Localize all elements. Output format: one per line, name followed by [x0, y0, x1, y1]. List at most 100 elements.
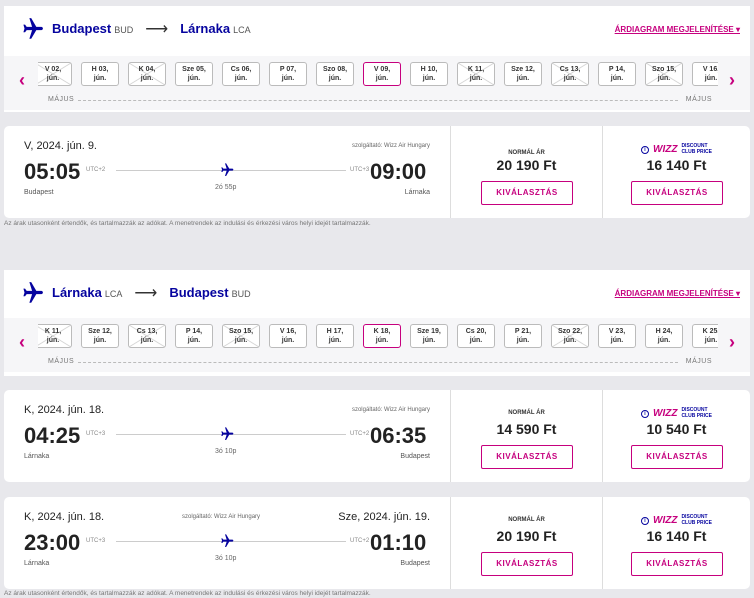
- date-option-month: jún.: [469, 337, 483, 344]
- date-option-day: H 24,: [655, 328, 673, 335]
- date-option[interactable]: Cs 06, jún.: [222, 62, 260, 86]
- return-route: Lárnaka LCA ⟶ Budapest BUD: [18, 280, 251, 306]
- date-option[interactable]: V 16, jún.: [269, 324, 307, 348]
- route-arrow-icon: ⟶: [134, 285, 158, 302]
- date-option-day: K 11,: [44, 328, 62, 335]
- date-option-month: jún.: [234, 75, 248, 82]
- date-option[interactable]: V 16, jún.: [692, 62, 718, 86]
- date-option[interactable]: K 25, jún.: [692, 324, 718, 348]
- date-option[interactable]: Szo 15, jún.: [222, 324, 260, 348]
- club-fare: i WIZZ DISCOUNT CLUB PRICE 10 540 Ft KIVÁ…: [602, 390, 750, 482]
- flight-date: V, 2024. jún. 9.: [24, 140, 97, 152]
- date-option[interactable]: V 09, jún.: [363, 62, 401, 86]
- date-option-month: jún.: [281, 337, 295, 344]
- airplane-icon: [221, 427, 234, 440]
- select-normal-fare-button[interactable]: KIVÁLASZTÁS: [481, 445, 573, 469]
- date-option-day: H 10,: [420, 66, 438, 73]
- wizz-logo: WIZZ: [653, 515, 678, 526]
- date-option[interactable]: V 23, jún.: [598, 324, 636, 348]
- date-option[interactable]: H 17, jún.: [316, 324, 354, 348]
- normal-fare-price: 20 190 Ft: [496, 528, 557, 544]
- date-option[interactable]: P 07, jún.: [269, 62, 307, 86]
- date-option-month: jún.: [234, 337, 248, 344]
- next-dates-button[interactable]: ›: [724, 332, 740, 353]
- show-price-chart-link[interactable]: ÁRDIAGRAM MEGJELENÍTÉSE ▾: [615, 25, 740, 34]
- origin-city: Budapest: [52, 21, 112, 36]
- flight-info: V, 2024. jún. 9. szolgáltató: Wizz Air H…: [4, 126, 450, 218]
- outbound-route: Budapest BUD ⟶ Lárnaka LCA: [18, 16, 251, 42]
- date-option[interactable]: H 10, jún.: [410, 62, 448, 86]
- discount-club-line2: CLUB PRICE: [681, 412, 712, 419]
- arrival-utc: UTC+3: [350, 167, 370, 173]
- flight-card: K, 2024. jún. 18. szolgáltató: Wizz Air …: [4, 497, 750, 589]
- date-option[interactable]: K 04, jún.: [128, 62, 166, 86]
- date-option[interactable]: Sze 12, jún.: [504, 62, 542, 86]
- normal-fare: NORMÁL ÁR 20 190 Ft KIVÁLASZTÁS: [450, 126, 602, 218]
- date-option-month: jún.: [328, 75, 342, 82]
- date-option[interactable]: Cs 20, jún.: [457, 324, 495, 348]
- date-option-month: jún.: [704, 75, 718, 82]
- date-option-month: jún.: [375, 337, 389, 344]
- date-option-day: Cs 06,: [230, 66, 252, 73]
- date-option[interactable]: Sze 05, jún.: [175, 62, 213, 86]
- date-option[interactable]: K 11, jún.: [457, 62, 495, 86]
- date-option[interactable]: Cs 13, jún.: [551, 62, 589, 86]
- date-option[interactable]: Szo 08, jún.: [316, 62, 354, 86]
- date-option-month: jún.: [93, 75, 107, 82]
- prev-dates-button[interactable]: ‹: [14, 70, 30, 91]
- departure-utc: UTC+2: [86, 167, 106, 173]
- flight-card: V, 2024. jún. 9. szolgáltató: Wizz Air H…: [4, 126, 750, 218]
- origin-code: BUD: [114, 25, 134, 35]
- date-option[interactable]: P 21, jún.: [504, 324, 542, 348]
- flight-duration: 3ó 10p: [215, 555, 237, 562]
- select-normal-fare-button[interactable]: KIVÁLASZTÁS: [481, 181, 573, 205]
- date-option[interactable]: P 14, jún.: [598, 62, 636, 86]
- date-option-month: jún.: [375, 75, 389, 82]
- route-arrow-icon: ⟶: [145, 21, 169, 38]
- price-note: Az árak utasonként értendők, és tartalma…: [4, 590, 371, 597]
- date-option[interactable]: H 03, jún.: [81, 62, 119, 86]
- date-option[interactable]: Sze 19, jún.: [410, 324, 448, 348]
- select-club-fare-button[interactable]: KIVÁLASZTÁS: [631, 552, 723, 576]
- arrival-time: 09:00: [370, 159, 427, 184]
- departure-place: Budapest: [24, 189, 54, 196]
- arrival-utc: UTC+2: [350, 431, 370, 437]
- select-club-fare-button[interactable]: KIVÁLASZTÁS: [631, 181, 723, 205]
- date-option[interactable]: Sze 12, jún.: [81, 324, 119, 348]
- arrival-place: Budapest: [400, 560, 430, 567]
- discount-club-text: DISCOUNT CLUB PRICE: [681, 143, 712, 155]
- next-dates-button[interactable]: ›: [724, 70, 740, 91]
- date-option[interactable]: H 24, jún.: [645, 324, 683, 348]
- normal-fare: NORMÁL ÁR 20 190 Ft KIVÁLASZTÁS: [450, 497, 602, 589]
- date-option[interactable]: Szo 15, jún.: [645, 62, 683, 86]
- date-option-day: H 17,: [326, 328, 344, 335]
- date-option-month: jún.: [422, 75, 436, 82]
- show-price-chart-link[interactable]: ÁRDIAGRAM MEGJELENÍTÉSE ▾: [615, 289, 740, 298]
- discount-club-badge: i WIZZ DISCOUNT CLUB PRICE: [603, 407, 750, 419]
- date-option[interactable]: P 14, jún.: [175, 324, 213, 348]
- month-indicator: MÁJUS MÁJUS: [38, 358, 718, 368]
- date-option-day: Cs 20,: [465, 328, 487, 335]
- date-option[interactable]: Szo 22, jún.: [551, 324, 589, 348]
- select-club-fare-button[interactable]: KIVÁLASZTÁS: [631, 445, 723, 469]
- origin-city: Lárnaka: [52, 285, 102, 300]
- prev-dates-button[interactable]: ‹: [14, 332, 30, 353]
- date-option-month: jún.: [516, 75, 530, 82]
- date-option-month: jún.: [657, 337, 671, 344]
- departure-time: 05:05: [24, 159, 81, 184]
- date-option-day: H 03,: [91, 66, 109, 73]
- departure-place: Lárnaka: [24, 560, 50, 567]
- date-option-day: V 02,: [44, 66, 62, 73]
- date-option-day: Sze 19,: [417, 328, 441, 335]
- select-normal-fare-button[interactable]: KIVÁLASZTÁS: [481, 552, 573, 576]
- club-fare: i WIZZ DISCOUNT CLUB PRICE 16 140 Ft KIVÁ…: [602, 497, 750, 589]
- date-option[interactable]: K 11, jún.: [38, 324, 72, 348]
- discount-club-line2: CLUB PRICE: [681, 519, 712, 526]
- date-option[interactable]: K 18, jún.: [363, 324, 401, 348]
- club-fare-price: 16 140 Ft: [646, 157, 707, 173]
- month-divider: [78, 100, 678, 101]
- info-icon: i: [641, 145, 649, 154]
- date-option[interactable]: V 02, jún.: [38, 62, 72, 86]
- date-option[interactable]: Cs 13, jún.: [128, 324, 166, 348]
- flight-info: K, 2024. jún. 18. szolgáltató: Wizz Air …: [4, 497, 450, 589]
